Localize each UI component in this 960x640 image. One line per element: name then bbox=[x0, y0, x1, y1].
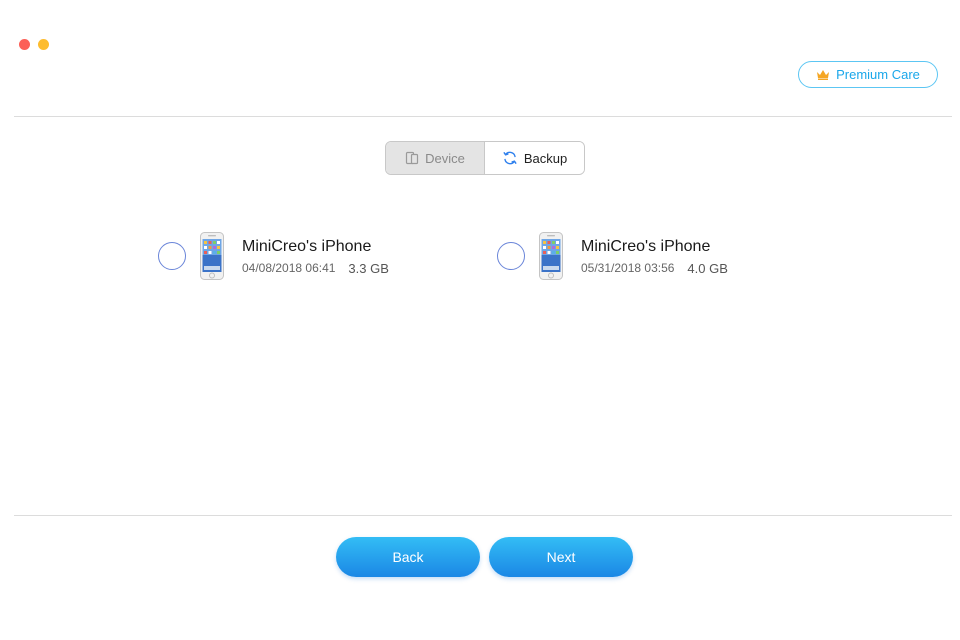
backup-device-name: MiniCreo's iPhone bbox=[242, 237, 372, 255]
minimize-window-button[interactable] bbox=[38, 39, 49, 50]
backup-radio[interactable] bbox=[158, 241, 186, 270]
tab-backup-label: Backup bbox=[523, 150, 568, 166]
backup-info: MiniCreo's iPhone 05/31/2018 03:56 4.0 G… bbox=[581, 237, 728, 276]
backup-item[interactable]: MiniCreo's iPhone 04/08/2018 06:41 3.3 G… bbox=[158, 232, 389, 280]
sync-icon bbox=[503, 151, 517, 165]
header-divider bbox=[14, 116, 952, 117]
source-toggle: Device Backup bbox=[385, 141, 585, 175]
footer-divider bbox=[14, 515, 952, 516]
backup-size: 4.0 GB bbox=[687, 260, 728, 276]
crown-icon bbox=[817, 70, 830, 80]
device-icon bbox=[406, 151, 419, 165]
premium-care-label: Premium Care bbox=[836, 67, 920, 82]
tab-device-label: Device bbox=[425, 150, 465, 166]
backup-date: 05/31/2018 03:56 bbox=[581, 260, 675, 275]
backup-info: MiniCreo's iPhone 04/08/2018 06:41 3.3 G… bbox=[242, 237, 389, 276]
backup-item[interactable]: MiniCreo's iPhone 05/31/2018 03:56 4.0 G… bbox=[497, 232, 728, 280]
backup-date: 04/08/2018 06:41 bbox=[242, 260, 336, 275]
backup-size: 3.3 GB bbox=[348, 260, 389, 276]
backup-device-name: MiniCreo's iPhone bbox=[581, 237, 711, 255]
close-window-button[interactable] bbox=[19, 39, 30, 50]
iphone-icon bbox=[539, 232, 563, 280]
premium-care-button[interactable]: Premium Care bbox=[798, 61, 938, 88]
back-button[interactable]: Back bbox=[336, 537, 480, 577]
tab-device[interactable]: Device bbox=[386, 142, 485, 174]
next-button[interactable]: Next bbox=[489, 537, 633, 577]
tab-backup[interactable]: Backup bbox=[485, 142, 584, 174]
window-controls bbox=[19, 39, 49, 50]
iphone-icon bbox=[200, 232, 224, 280]
backup-radio[interactable] bbox=[497, 241, 525, 270]
